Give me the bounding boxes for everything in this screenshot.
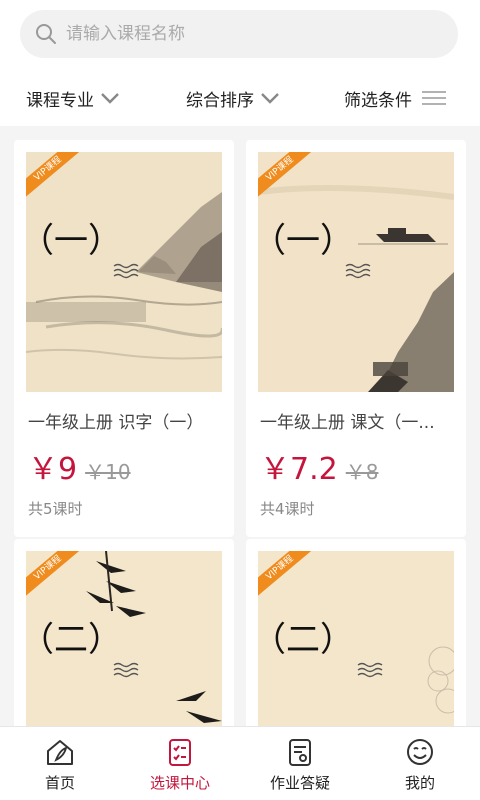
course-card[interactable]: （二） VIP课程	[246, 539, 466, 726]
course-card[interactable]: （一） VIP课程 一年级上册 识字（一） ￥9 ￥10 共5课时	[14, 140, 234, 537]
tab-home-label: 首页	[44, 773, 75, 792]
tab-courses[interactable]: 选课中心	[120, 727, 240, 800]
course-cover: （二） VIP课程	[26, 551, 222, 726]
filter-major[interactable]: 课程专业	[26, 70, 120, 126]
current-price: ￥7.2	[260, 452, 338, 487]
menu-lines-icon	[422, 91, 446, 105]
search-box[interactable]	[20, 10, 458, 58]
ink-bamboo-image: （二）	[26, 551, 222, 726]
course-cover: （一） VIP课程	[26, 152, 222, 392]
lesson-count: 共4课时	[260, 500, 315, 518]
chevron-down-icon	[101, 93, 119, 104]
home-icon	[47, 739, 73, 765]
ink-flower-image: （二）	[258, 551, 454, 726]
cover-title: （一）	[258, 221, 354, 261]
tab-mine[interactable]: 我的	[360, 727, 480, 800]
course-card[interactable]: （二） VIP课程	[14, 539, 234, 726]
course-cover: （一） VIP课程	[258, 152, 454, 392]
filter-major-label: 课程专业	[26, 90, 94, 111]
course-list: （一） VIP课程 一年级上册 识字（一） ￥9 ￥10 共5课时 （一） VI…	[0, 126, 480, 726]
cover-title: （二）	[26, 620, 122, 660]
filter-conditions[interactable]: 筛选条件	[344, 70, 446, 126]
course-price: ￥7.2 ￥8	[260, 444, 378, 488]
original-price: ￥10	[85, 460, 131, 484]
bottom-nav: 首页 选课中心 作业答疑 我的	[0, 726, 480, 800]
chevron-down-icon	[261, 93, 279, 104]
tab-home[interactable]: 首页	[0, 727, 120, 800]
course-title: 一年级上册 课文（一...	[260, 413, 435, 433]
search-input[interactable]	[66, 24, 426, 44]
original-price: ￥8	[345, 460, 379, 484]
tab-homework[interactable]: 作业答疑	[240, 727, 360, 800]
tab-courses-label: 选课中心	[149, 773, 210, 792]
tab-mine-label: 我的	[404, 773, 435, 792]
filter-sort-label: 综合排序	[186, 90, 254, 111]
filter-bar: 课程专业 综合排序 筛选条件	[0, 70, 480, 126]
course-cover: （二） VIP课程	[258, 551, 454, 726]
course-title: 一年级上册 识字（一）	[28, 413, 204, 433]
filter-sort[interactable]: 综合排序	[186, 70, 280, 126]
search-area	[0, 0, 480, 70]
course-price: ￥9 ￥10	[28, 444, 131, 488]
cover-title: （一）	[26, 221, 122, 261]
lesson-count: 共5课时	[28, 500, 83, 518]
search-icon	[36, 24, 56, 44]
course-card[interactable]: （一） VIP课程 一年级上册 课文（一... ￥7.2 ￥8 共4课时	[246, 140, 466, 537]
smiley-icon	[407, 738, 433, 765]
document-icon	[289, 738, 311, 766]
current-price: ￥9	[28, 452, 78, 487]
filter-conditions-label: 筛选条件	[344, 90, 412, 111]
cover-title: （二）	[258, 620, 354, 660]
ink-boat-image: （一）	[258, 152, 454, 392]
ink-landscape-image: （一）	[26, 152, 222, 392]
tab-homework-label: 作业答疑	[269, 773, 330, 792]
checklist-icon	[169, 738, 191, 766]
